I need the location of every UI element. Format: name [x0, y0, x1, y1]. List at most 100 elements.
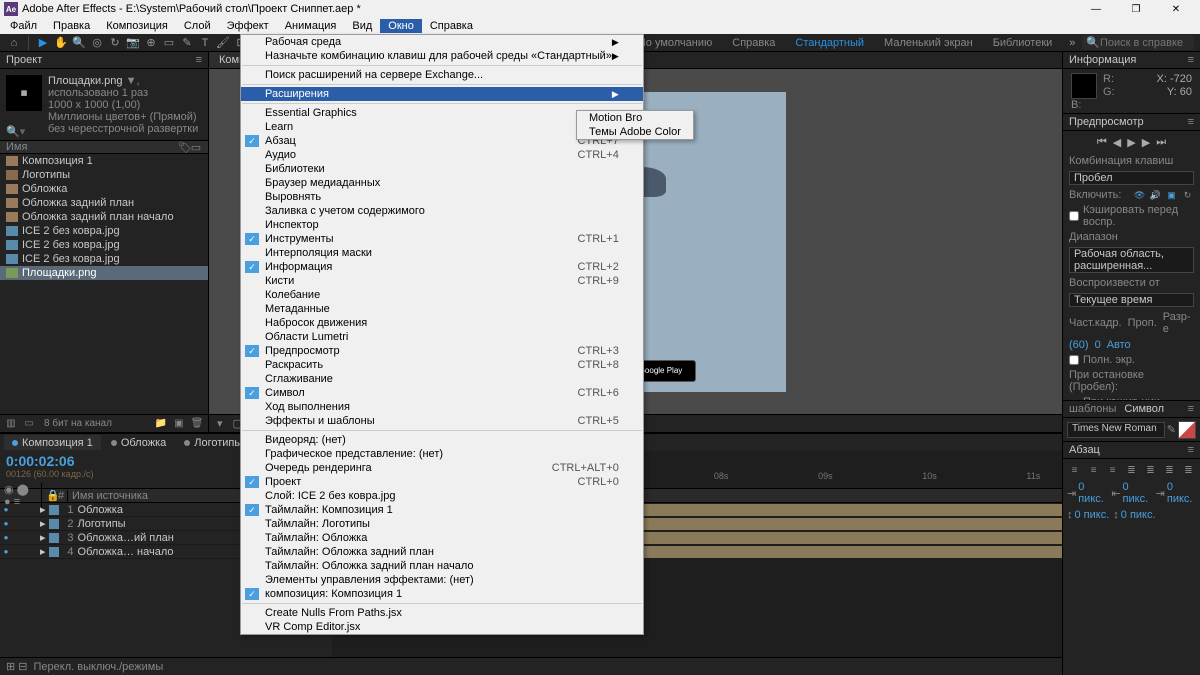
- menu-item[interactable]: Инспектор: [241, 218, 643, 232]
- menu-Справка[interactable]: Справка: [422, 19, 481, 33]
- first-frame-icon[interactable]: ⏮: [1097, 136, 1107, 149]
- menu-item[interactable]: Эффекты и шаблоныCTRL+5: [241, 414, 643, 428]
- fps-value[interactable]: (60): [1069, 339, 1089, 351]
- play-icon[interactable]: ▶: [1127, 136, 1135, 149]
- space-after[interactable]: 0 пикс.: [1121, 509, 1156, 521]
- menu-item[interactable]: Ход выполнения: [241, 400, 643, 414]
- maximize-button[interactable]: ❐: [1116, 0, 1156, 18]
- range-dropdown[interactable]: Рабочая область, расширенная...: [1069, 247, 1194, 273]
- project-tab[interactable]: Проект: [6, 54, 42, 66]
- current-timecode[interactable]: 0:00:02:06: [6, 453, 236, 469]
- panel-menu-icon[interactable]: ≡: [1188, 116, 1194, 128]
- align-right-icon[interactable]: ≡: [1105, 463, 1120, 477]
- menu-Анимация[interactable]: Анимация: [277, 19, 345, 33]
- info-tab[interactable]: Информация: [1069, 54, 1136, 66]
- visibility-icon[interactable]: ●: [0, 533, 12, 542]
- visibility-icon[interactable]: ●: [0, 519, 12, 528]
- panel-menu-icon[interactable]: ≡: [1188, 54, 1194, 66]
- col-type-icon[interactable]: ▭: [190, 141, 202, 154]
- menu-item[interactable]: Выровнять: [241, 190, 643, 204]
- overlay-icon[interactable]: ▣: [1165, 190, 1178, 201]
- audio-icon[interactable]: 🔊: [1149, 190, 1162, 201]
- bpc-label[interactable]: 8 бит на канал: [44, 418, 112, 429]
- font-dropdown[interactable]: Times New Roman: [1067, 422, 1165, 438]
- panel-menu-icon[interactable]: ≡: [1188, 403, 1194, 415]
- menu-item[interactable]: Таймлайн: Обложка: [241, 531, 643, 545]
- menu-item[interactable]: Видеоряд: (нет): [241, 433, 643, 447]
- search-icon[interactable]: 🔍▾: [6, 125, 25, 138]
- menu-item[interactable]: Интерполяция маски: [241, 246, 643, 260]
- menu-item[interactable]: Метаданные: [241, 302, 643, 316]
- submenu-item[interactable]: Motion Bro: [577, 111, 693, 125]
- menu-item[interactable]: Графическое представление: (нет): [241, 447, 643, 461]
- project-item[interactable]: ICE 2 без ковра.jpg: [0, 238, 208, 252]
- text-tool-icon[interactable]: T: [197, 35, 213, 51]
- menu-Правка[interactable]: Правка: [45, 19, 98, 33]
- menu-item[interactable]: Элементы управления эффектами: (нет): [241, 573, 643, 587]
- menu-item[interactable]: ✓Таймлайн: Композиция 1: [241, 503, 643, 517]
- project-item[interactable]: Композиция 1: [0, 154, 208, 168]
- trash-icon[interactable]: 🗑: [190, 417, 204, 431]
- justify-right-icon[interactable]: ≣: [1162, 463, 1177, 477]
- menu-item[interactable]: ✓ПроектCTRL+0: [241, 475, 643, 489]
- menu-item[interactable]: Набросок движения: [241, 316, 643, 330]
- menu-item[interactable]: РаскраситьCTRL+8: [241, 358, 643, 372]
- last-frame-icon[interactable]: ⏭: [1156, 136, 1166, 149]
- panel-menu-icon[interactable]: ≡: [1188, 444, 1194, 456]
- menu-item[interactable]: Заливка с учетом содержимого: [241, 204, 643, 218]
- close-button[interactable]: ✕: [1156, 0, 1196, 18]
- menu-item[interactable]: Сглаживание: [241, 372, 643, 386]
- menu-item[interactable]: ✓ИнструментыCTRL+1: [241, 232, 643, 246]
- panel-menu-icon[interactable]: ≡: [196, 54, 202, 66]
- toggle-switches-icon[interactable]: ⊞ ⊟: [6, 660, 28, 673]
- visibility-icon[interactable]: ●: [0, 547, 12, 556]
- menu-item[interactable]: Поиск расширений на сервере Exchange...: [241, 68, 643, 82]
- menu-item[interactable]: Слой: ICE 2 без ковра.jpg: [241, 489, 643, 503]
- indent-first[interactable]: 0 пикс.: [1123, 481, 1152, 505]
- help-search[interactable]: 🔍: [1082, 35, 1194, 50]
- menu-item[interactable]: ✓ИнформацияCTRL+2: [241, 260, 643, 274]
- justify-left-icon[interactable]: ≣: [1124, 463, 1139, 477]
- indent-left[interactable]: 0 пикс.: [1078, 481, 1107, 505]
- menu-item[interactable]: АудиоCTRL+4: [241, 148, 643, 162]
- new-folder-icon[interactable]: 📁: [154, 417, 168, 431]
- menu-item[interactable]: Расширения▶: [241, 87, 643, 101]
- menu-item[interactable]: ✓СимволCTRL+6: [241, 386, 643, 400]
- workspace-Стандартный[interactable]: Стандартный: [785, 37, 874, 49]
- anchor-tool-icon[interactable]: ⊕: [143, 35, 159, 51]
- magnification-icon[interactable]: ▾: [215, 417, 225, 430]
- menu-item[interactable]: Таймлайн: Логотипы: [241, 517, 643, 531]
- indent-right[interactable]: 0 пикс.: [1167, 481, 1196, 505]
- playfrom-dropdown[interactable]: Текущее время: [1069, 293, 1194, 307]
- menu-item[interactable]: Колебание: [241, 288, 643, 302]
- home-icon[interactable]: ⌂: [6, 35, 22, 51]
- menu-Эффект[interactable]: Эффект: [219, 19, 277, 33]
- eyedropper-icon[interactable]: ✎: [1167, 423, 1176, 436]
- align-center-icon[interactable]: ≡: [1086, 463, 1101, 477]
- res-value[interactable]: Авто: [1107, 339, 1131, 351]
- align-left-icon[interactable]: ≡: [1067, 463, 1082, 477]
- project-item[interactable]: ICE 2 без ковра.jpg: [0, 224, 208, 238]
- help-search-input[interactable]: [1100, 37, 1190, 49]
- menu-item[interactable]: VR Comp Editor.jsx: [241, 620, 643, 634]
- color-swatch[interactable]: [1178, 421, 1196, 439]
- menu-item[interactable]: Браузер медиаданных: [241, 176, 643, 190]
- rect-tool-icon[interactable]: ▭: [161, 35, 177, 51]
- menu-item[interactable]: Create Nulls From Paths.jsx: [241, 606, 643, 620]
- rotate-tool-icon[interactable]: ↻: [107, 35, 123, 51]
- skip-value[interactable]: 0: [1095, 339, 1101, 351]
- prev-frame-icon[interactable]: ◀: [1113, 136, 1121, 149]
- timeline-tab[interactable]: Обложка: [103, 435, 174, 450]
- cache-checkbox[interactable]: [1069, 211, 1079, 221]
- new-comp-icon[interactable]: ▣: [172, 417, 186, 431]
- preview-tab[interactable]: Предпросмотр: [1069, 116, 1144, 128]
- menu-item[interactable]: Назначьте комбинацию клавиш для рабочей …: [241, 49, 643, 63]
- justify-all-icon[interactable]: ≣: [1181, 463, 1196, 477]
- video-icon[interactable]: 👁: [1133, 190, 1146, 201]
- workspace-Библиотеки[interactable]: Библиотеки: [983, 37, 1063, 49]
- project-item[interactable]: Логотипы: [0, 168, 208, 182]
- workspace-Справка[interactable]: Справка: [722, 37, 785, 49]
- chevron-icon[interactable]: »: [1064, 35, 1080, 51]
- loop-icon[interactable]: ↻: [1181, 190, 1194, 201]
- justify-center-icon[interactable]: ≣: [1143, 463, 1158, 477]
